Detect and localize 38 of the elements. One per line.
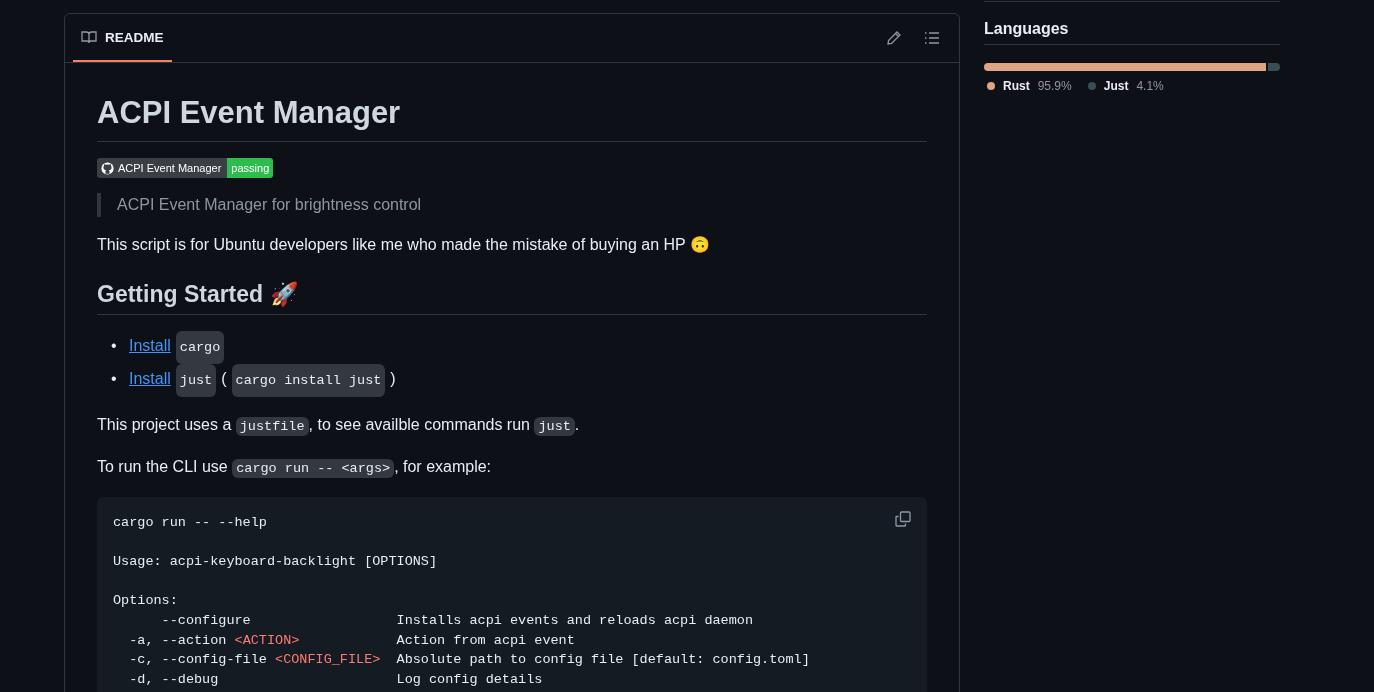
code-line: Usage: acpi-keyboard-backlight [OPTIONS] [113, 552, 438, 571]
pencil-icon[interactable] [886, 30, 902, 46]
paragraph-text: , for example: [394, 457, 492, 475]
code-line: -a, --action <ACTION> Action from acpi event [128, 631, 575, 650]
paragraph-text: To run the CLI use [97, 457, 229, 475]
language-name[interactable]: Rust [1003, 79, 1030, 93]
inline-code: just [175, 363, 217, 397]
book-icon [81, 29, 97, 45]
language-percent: 95.9% [1037, 79, 1072, 93]
paragraph-text: , to see availble commands run [308, 415, 531, 433]
list-icon[interactable] [924, 30, 940, 46]
section-title: Languages [984, 20, 1280, 45]
paragraph: This script is for Ubuntu developers like me who made the mistake of buying an HP 🙃 [97, 234, 711, 255]
language-percent: 4.1% [1136, 79, 1164, 93]
code-line: -d, --debug Log config details [128, 671, 543, 690]
code-line: cargo run -- --help [113, 513, 267, 532]
code-line: --configure Installs acpi events and reloads acpi daemon [160, 612, 753, 630]
inline-code: cargo install just [231, 363, 386, 397]
link[interactable]: Install [129, 363, 171, 393]
paragraph-text: ) [390, 368, 396, 389]
paragraph-text: This project uses a [97, 415, 233, 433]
code-line: -c, --config-file <CONFIG_FILE> Absolute path to config file [default: config.toml] [128, 651, 810, 670]
bullet: • [111, 368, 118, 389]
bullet: • [111, 335, 118, 356]
paragraph-text: . [574, 415, 580, 433]
language-name[interactable]: Just [1103, 79, 1129, 93]
paragraph-text: ( [221, 368, 227, 389]
inline-code: cargo [175, 330, 225, 364]
section-heading: Getting Started 🚀 [97, 280, 927, 315]
inline-code: justfile [235, 416, 309, 436]
code-line: Options: [113, 592, 178, 611]
link[interactable]: Install [129, 330, 171, 360]
inline-code: cargo run -- <args> [232, 458, 395, 478]
copy-icon[interactable] [895, 510, 911, 527]
readme-tab[interactable]: README [73, 14, 172, 62]
inline-code: just [534, 416, 575, 436]
page-title: ACPI Event Manager [97, 95, 927, 142]
blockquote: ACPI Event Manager for brightness control [97, 192, 927, 217]
